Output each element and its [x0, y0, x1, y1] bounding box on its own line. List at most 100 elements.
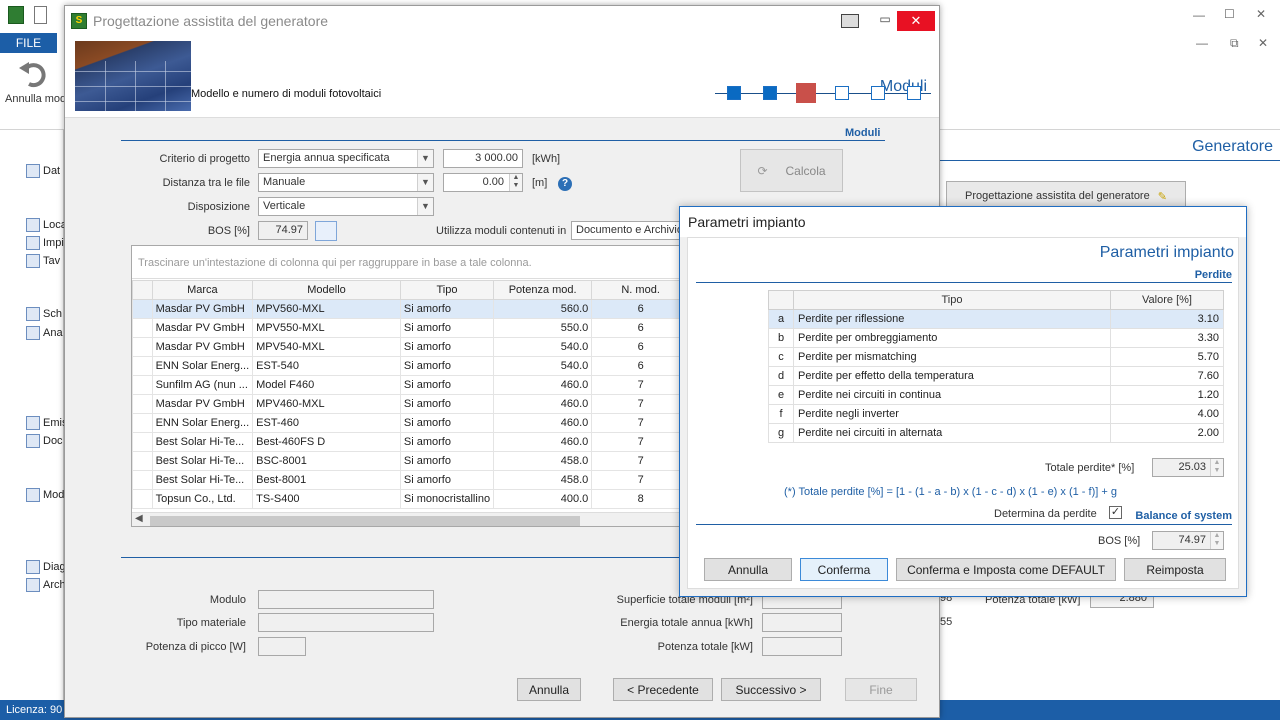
- precedente-button[interactable]: < Precedente: [613, 678, 713, 701]
- cell-potenza: 550.0: [493, 318, 593, 338]
- tree-item[interactable]: Diag: [26, 558, 66, 576]
- perdite-valore[interactable]: 5.70: [1110, 347, 1224, 367]
- ribbon-restore-icon[interactable]: ⧉: [1230, 36, 1239, 51]
- param-conferma-button[interactable]: Conferma: [800, 558, 888, 581]
- perdite-table: Tipo Valore [%] a Perdite per riflessione…: [768, 290, 1224, 443]
- tree-item[interactable]: Ana: [26, 324, 63, 342]
- tree-folder-icon: [26, 164, 40, 178]
- close-icon[interactable]: ✕: [1256, 7, 1266, 21]
- perdite-valore[interactable]: 7.60: [1110, 366, 1224, 386]
- module-row[interactable]: Masdar PV GmbH MPV460-MXL Si amorfo 460.0 7: [132, 394, 690, 414]
- column-header-marca[interactable]: Marca: [151, 280, 254, 300]
- minimize-button[interactable]: ▭: [875, 12, 895, 30]
- scrollbar-thumb[interactable]: [150, 516, 580, 526]
- calcola-button[interactable]: ⟳ Calcola: [740, 149, 843, 192]
- criterio-select[interactable]: Energia annua specificata ▼: [258, 149, 434, 168]
- minimize-icon[interactable]: —: [1193, 8, 1205, 22]
- determina-checkbox[interactable]: ✓: [1109, 506, 1122, 519]
- monitor-icon[interactable]: [841, 14, 859, 28]
- potenza-picco-label: Potenza di picco [W]: [145, 641, 246, 653]
- bos-calculator-icon[interactable]: [315, 221, 337, 241]
- utilizza-select[interactable]: Documento e Archivio: [571, 221, 681, 240]
- module-row[interactable]: Masdar PV GmbH MPV560-MXL Si amorfo 560.0 6: [132, 299, 690, 319]
- module-row[interactable]: Masdar PV GmbH MPV540-MXL Si amorfo 540.0 6: [132, 337, 690, 357]
- module-row[interactable]: Best Solar Hi-Te... Best-8001 Si amorfo 458…: [132, 470, 690, 490]
- module-row[interactable]: Masdar PV GmbH MPV550-MXL Si amorfo 550.0 6: [132, 318, 690, 338]
- help-icon[interactable]: ?: [558, 177, 572, 191]
- new-document-icon[interactable]: [34, 6, 47, 24]
- distanza-unit: [m]: [532, 177, 548, 189]
- column-header-tipo[interactable]: Tipo: [399, 280, 495, 300]
- module-row[interactable]: ENN Solar Energ... EST-460 Si amorfo 460.0 7: [132, 413, 690, 433]
- ribbon-close-icon[interactable]: ✕: [1258, 36, 1268, 50]
- dialog-title: Progettazione assistita del generatore: [93, 13, 329, 29]
- dropdown-arrow-icon: ▼: [417, 174, 433, 191]
- perdite-valore[interactable]: 2.00: [1110, 423, 1224, 443]
- perdite-valore[interactable]: 4.00: [1110, 404, 1224, 424]
- horizontal-scrollbar[interactable]: ◀: [132, 512, 690, 526]
- perdite-row[interactable]: g Perdite nei circuiti in alternata 2.00: [768, 423, 1224, 443]
- tree-item[interactable]: Loca: [26, 216, 67, 234]
- wizard-annulla-button[interactable]: Annulla: [517, 678, 581, 701]
- close-button[interactable]: ✕: [897, 11, 935, 31]
- param-annulla-button[interactable]: Annulla: [704, 558, 792, 581]
- module-row[interactable]: ENN Solar Energ... EST-540 Si amorfo 540.0 6: [132, 356, 690, 376]
- perdite-row[interactable]: f Perdite negli inverter 4.00: [768, 404, 1224, 424]
- cell-modello: TS-S400: [252, 489, 401, 509]
- tree-item[interactable]: Impi: [26, 234, 64, 252]
- energia-input[interactable]: 3 000.00: [443, 149, 523, 168]
- perdite-row[interactable]: e Perdite nei circuiti in continua 1.20: [768, 385, 1224, 405]
- perdite-valore[interactable]: 1.20: [1110, 385, 1224, 405]
- ribbon-minimize-icon[interactable]: —: [1196, 36, 1208, 50]
- perdite-valore[interactable]: 3.10: [1110, 309, 1224, 329]
- column-header-nmod[interactable]: N. mod.: [591, 280, 690, 300]
- tree-item[interactable]: Arch: [26, 576, 66, 594]
- column-header-potenza[interactable]: Potenza mod.: [493, 280, 593, 300]
- perdite-tipo: Perdite nei circuiti in alternata: [793, 423, 1111, 443]
- bos-label: BOS [%]: [207, 225, 250, 237]
- tree-item[interactable]: Sch: [26, 305, 62, 323]
- param-conferma-default-button[interactable]: Conferma e Imposta come DEFAULT: [896, 558, 1116, 581]
- perdite-row[interactable]: c Perdite per mismatching 5.70: [768, 347, 1224, 367]
- step-3-indicator: [796, 83, 816, 103]
- disposizione-select[interactable]: Verticale ▼: [258, 197, 434, 216]
- tree-item[interactable]: Dat: [26, 162, 60, 180]
- tree-item[interactable]: Doc: [26, 432, 63, 450]
- perdite-index: b: [768, 328, 794, 348]
- tree-item[interactable]: Mod: [26, 486, 64, 504]
- module-row[interactable]: Sunfilm AG (nun ... Model F460 Si amorfo 46…: [132, 375, 690, 395]
- param-reimposta-button[interactable]: Reimposta: [1124, 558, 1226, 581]
- perdite-row[interactable]: a Perdite per riflessione 3.10: [768, 309, 1224, 329]
- balance-section-title: Balance of system: [1135, 510, 1232, 522]
- successivo-button[interactable]: Successivo >: [721, 678, 821, 701]
- module-row[interactable]: Best Solar Hi-Te... Best-460FS D Si amorfo…: [132, 432, 690, 452]
- cell-modello: EST-460: [252, 413, 401, 433]
- distanza-label: Distanza tra le file: [162, 177, 250, 189]
- cell-nmod: 7: [591, 470, 690, 490]
- tree-item[interactable]: Tav: [26, 252, 60, 270]
- cell-potenza: 400.0: [493, 489, 593, 509]
- row-indicator: [132, 299, 153, 319]
- column-header-modello[interactable]: Modello: [252, 280, 401, 300]
- cell-marca: Masdar PV GmbH: [151, 299, 254, 319]
- scroll-left-icon[interactable]: ◀: [135, 513, 143, 524]
- cell-tipo: Si amorfo: [399, 451, 495, 471]
- maximize-icon[interactable]: ☐: [1224, 7, 1235, 21]
- distanza-input[interactable]: 0.00 ▲ ▼: [443, 173, 523, 192]
- module-row[interactable]: Topsun Co., Ltd. TS-S400 Si monocristallin…: [132, 489, 690, 509]
- file-tab[interactable]: FILE: [0, 33, 57, 53]
- perdite-valore[interactable]: 3.30: [1110, 328, 1224, 348]
- energia-totale-label: Energia totale annua [kWh]: [620, 617, 753, 629]
- undo-button[interactable]: Annulla modifiche: [5, 58, 92, 128]
- perdite-row[interactable]: b Perdite per ombreggiamento 3.30: [768, 328, 1224, 348]
- spinner-icon[interactable]: ▲ ▼: [509, 174, 522, 191]
- tree-item[interactable]: Emis: [26, 414, 67, 432]
- distanza-select[interactable]: Manuale ▼: [258, 173, 434, 192]
- perdite-row[interactable]: d Perdite per effetto della temperatura 7.…: [768, 366, 1224, 386]
- cell-tipo: Si amorfo: [399, 470, 495, 490]
- tree-folder-icon: [26, 416, 40, 430]
- fine-button: Fine: [845, 678, 917, 701]
- assisted-design-label: Progettazione assistita del generatore: [965, 190, 1150, 202]
- module-row[interactable]: Best Solar Hi-Te... BSC-8001 Si amorfo 458.…: [132, 451, 690, 471]
- cell-modello: MPV540-MXL: [252, 337, 401, 357]
